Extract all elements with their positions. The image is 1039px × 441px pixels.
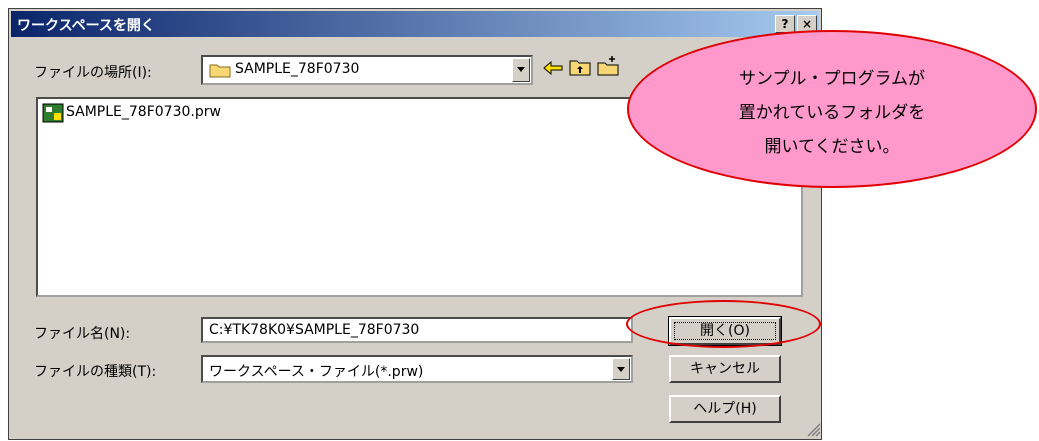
folder-icon xyxy=(209,64,231,78)
cancel-button[interactable]: キャンセル xyxy=(669,355,781,383)
dialog-title: ワークスペースを開く xyxy=(17,18,155,34)
filename-label: ファイル名(N): xyxy=(34,326,131,342)
file-name: SAMPLE_78F0730.prw xyxy=(66,104,221,120)
filetype-value: ワークスペース・ファイル(*.prw) xyxy=(209,364,424,380)
open-button-highlight xyxy=(626,300,821,348)
help-button[interactable]: ヘルプ(H) xyxy=(669,395,781,423)
help-title-button[interactable]: ? xyxy=(775,15,795,33)
location-dropdown-arrow[interactable] xyxy=(512,58,530,82)
filename-input[interactable]: C:¥TK78K0¥SAMPLE_78F0730 xyxy=(201,317,633,343)
filetype-select[interactable]: ワークスペース・ファイル(*.prw) xyxy=(201,355,633,383)
callout-line-2: 置かれているフォルダを xyxy=(738,103,926,123)
filetype-label: ファイルの種類(T): xyxy=(34,364,157,380)
location-value: SAMPLE_78F0730 xyxy=(235,61,360,77)
instruction-callout: サンプル・プログラムが 置かれているフォルダを 開いてください。 xyxy=(627,30,1037,188)
resize-grip-icon[interactable] xyxy=(805,421,821,437)
new-folder-icon[interactable] xyxy=(597,55,619,77)
back-arrow-icon[interactable] xyxy=(542,59,564,77)
callout-line-1: サンプル・プログラムが xyxy=(739,69,925,89)
filetype-dropdown-arrow[interactable] xyxy=(612,358,630,380)
location-label: ファイルの場所(I): xyxy=(34,65,152,81)
callout-line-3: 開いてください。 xyxy=(764,137,900,157)
filename-value: C:¥TK78K0¥SAMPLE_78F0730 xyxy=(209,322,420,338)
location-combo[interactable]: SAMPLE_78F0730 xyxy=(201,55,533,85)
title-bar[interactable]: ワークスペースを開く ? × xyxy=(11,11,819,37)
up-folder-icon[interactable] xyxy=(569,57,591,77)
workspace-file-icon xyxy=(42,103,64,123)
